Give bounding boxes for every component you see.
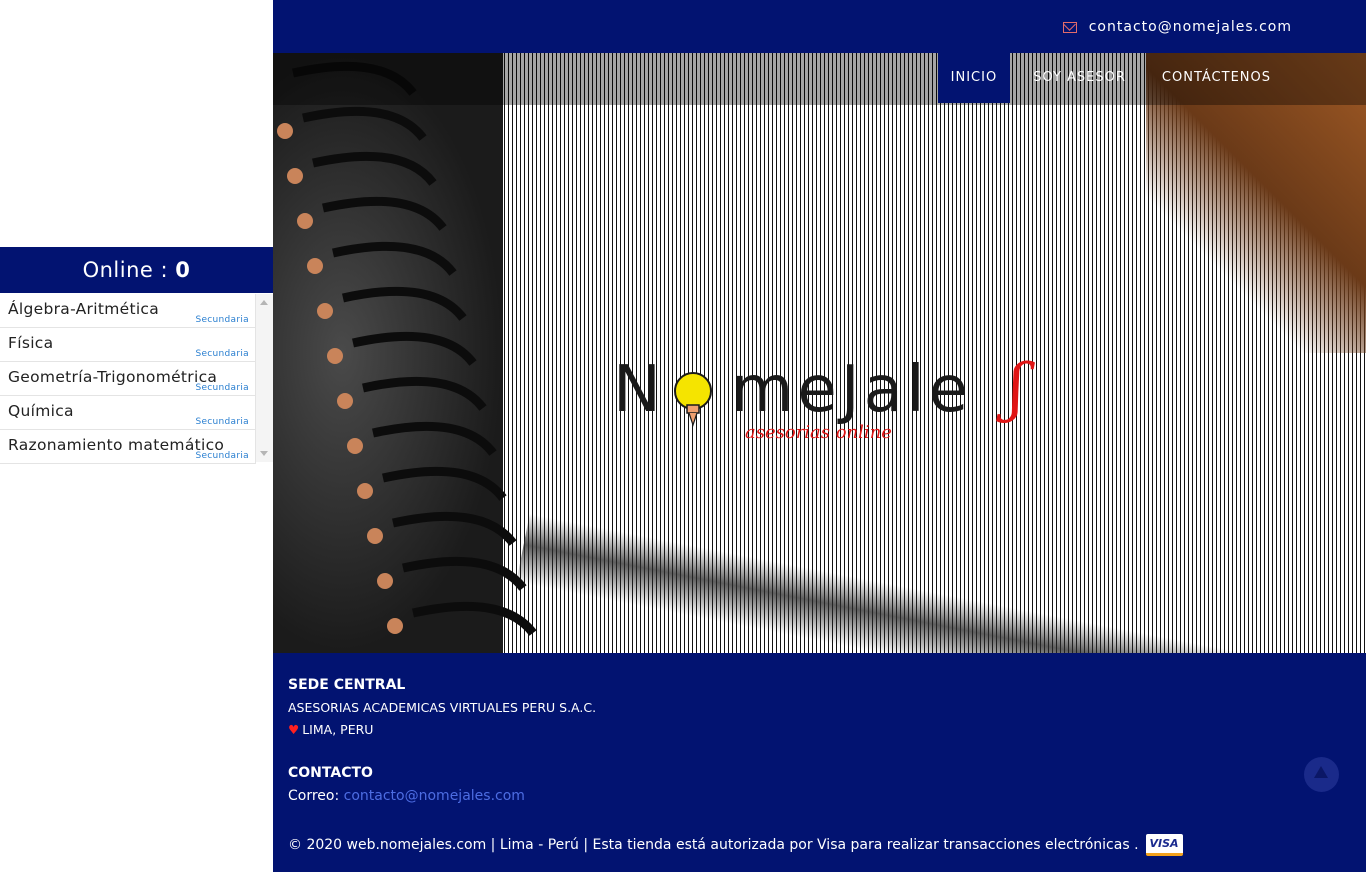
course-item-fisica[interactable]: Física Secundaria bbox=[0, 328, 256, 362]
scroll-up-icon[interactable] bbox=[260, 300, 268, 305]
svg-text:asesorias online: asesorias online bbox=[745, 422, 892, 443]
correo-label: Correo: bbox=[288, 788, 340, 804]
course-name: Álgebra-Aritmética bbox=[8, 300, 160, 318]
pencil-shadow bbox=[516, 513, 1366, 653]
course-name: Física bbox=[8, 334, 54, 352]
svg-text:N: N bbox=[613, 353, 665, 427]
visa-logo: VISA bbox=[1145, 834, 1183, 856]
heart-icon: ♥ bbox=[288, 722, 300, 737]
online-count: 0 bbox=[175, 258, 191, 282]
contact-email[interactable]: contacto@nomejales.com bbox=[1062, 19, 1292, 35]
online-counter: Online : 0 bbox=[0, 247, 273, 293]
location-text: LIMA, PERU bbox=[302, 722, 374, 737]
online-label: Online : bbox=[82, 258, 169, 282]
sidebar: Online : 0 Álgebra-Aritmética Secundaria… bbox=[0, 0, 273, 872]
envelope-icon bbox=[1062, 21, 1077, 33]
copyright: © 2020 web.nomejales.com | Lima - Perú |… bbox=[288, 834, 1183, 856]
course-level: Secundaria bbox=[195, 315, 249, 325]
nav-inicio[interactable]: INICIO bbox=[937, 53, 1011, 103]
contact-email-text: contacto@nomejales.com bbox=[1088, 19, 1292, 35]
course-level: Secundaria bbox=[195, 451, 249, 461]
logo-mark: N meJale ʃ asesorias online bbox=[613, 351, 1035, 443]
nav-soy-asesor[interactable]: SOY ASESOR bbox=[1020, 53, 1139, 103]
scroll-to-top-button[interactable] bbox=[1304, 757, 1339, 792]
logo: N meJale ʃ asesorias online bbox=[613, 351, 1043, 463]
course-name: Razonamiento matemático bbox=[8, 436, 225, 454]
copyright-text: © 2020 web.nomejales.com | Lima - Perú |… bbox=[288, 837, 1139, 853]
course-name: Geometría-Trigonométrica bbox=[8, 368, 218, 386]
course-level: Secundaria bbox=[195, 349, 249, 359]
svg-text:ʃ: ʃ bbox=[996, 353, 1035, 425]
svg-text:meJale: meJale bbox=[731, 353, 972, 427]
course-list: Álgebra-Aritmética Secundaria Física Sec… bbox=[0, 294, 256, 464]
top-bar: contacto@nomejales.com bbox=[273, 0, 1366, 53]
sede-title: SEDE CENTRAL bbox=[288, 677, 406, 693]
course-level: Secundaria bbox=[195, 417, 249, 427]
course-item-quimica[interactable]: Química Secundaria bbox=[0, 396, 256, 430]
company-name: ASESORIAS ACADEMICAS VIRTUALES PERU S.A.… bbox=[288, 700, 597, 715]
scroll-down-icon[interactable] bbox=[260, 451, 268, 456]
course-item-razonamiento[interactable]: Razonamiento matemático Secundaria bbox=[0, 430, 256, 464]
course-name: Química bbox=[8, 402, 74, 420]
course-list-scrollbar[interactable] bbox=[256, 294, 273, 462]
hero-banner: INICIO SOY ASESOR CONTÁCTENOS N meJale ʃ… bbox=[273, 53, 1366, 653]
footer: SEDE CENTRAL ASESORIAS ACADEMICAS VIRTUA… bbox=[273, 653, 1366, 872]
location-line: ♥ LIMA, PERU bbox=[288, 722, 373, 737]
course-level: Secundaria bbox=[195, 383, 249, 393]
visa-label: VISA bbox=[1149, 837, 1179, 850]
main-nav: INICIO SOY ASESOR CONTÁCTENOS bbox=[937, 53, 1284, 103]
course-item-algebra[interactable]: Álgebra-Aritmética Secundaria bbox=[0, 294, 256, 328]
contact-title: CONTACTO bbox=[288, 765, 373, 781]
course-item-geometria[interactable]: Geometría-Trigonométrica Secundaria bbox=[0, 362, 256, 396]
nav-contactenos[interactable]: CONTÁCTENOS bbox=[1149, 53, 1284, 103]
correo-link[interactable]: contacto@nomejales.com bbox=[344, 788, 525, 804]
correo-line: Correo: contacto@nomejales.com bbox=[288, 788, 525, 804]
